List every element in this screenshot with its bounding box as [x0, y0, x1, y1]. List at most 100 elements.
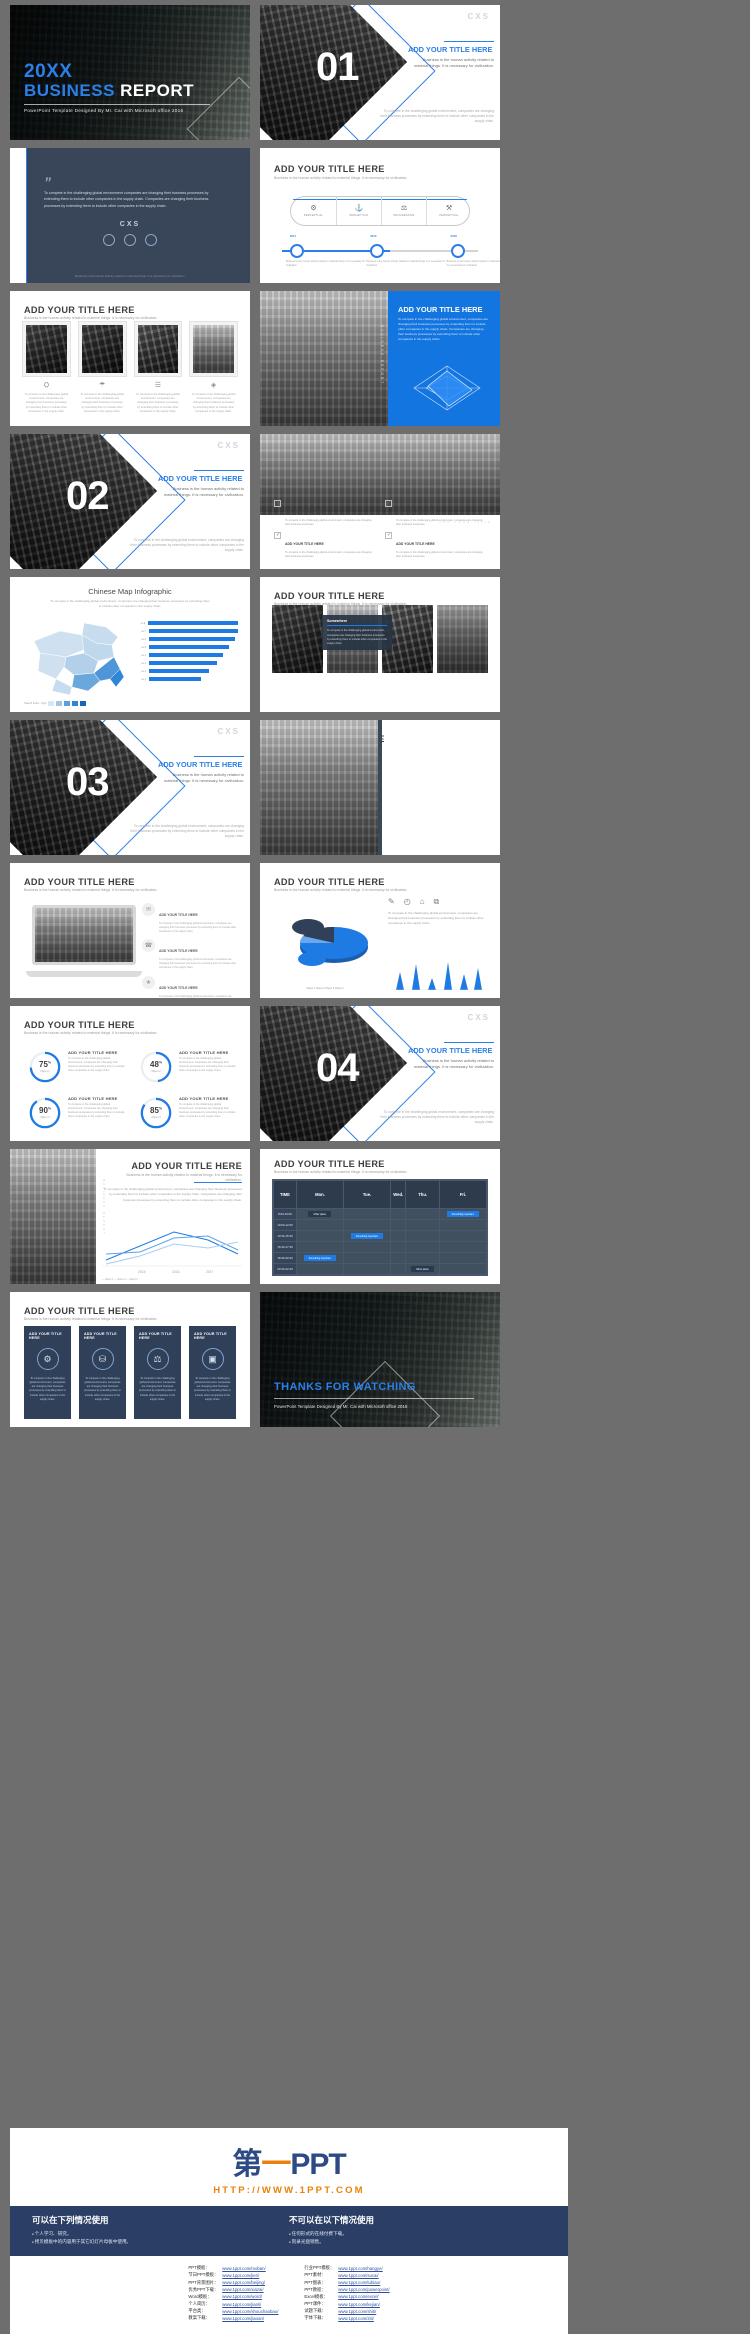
- dark-card[interactable]: ADD YOUR TITLE HERE ⚖ To compete in the …: [134, 1326, 181, 1419]
- cell[interactable]: [405, 1208, 440, 1220]
- kpi-item[interactable]: 75% Object 1 ADD YOUR TITLE HERE To comp…: [28, 1050, 125, 1084]
- cell[interactable]: [438, 1252, 487, 1264]
- check-item[interactable]: ADD YOUR TITLE HERE To compete in the ch…: [385, 532, 486, 559]
- cell[interactable]: [343, 1263, 392, 1275]
- cell[interactable]: [438, 1230, 487, 1242]
- slide-schedule[interactable]: ADD YOUR TITLE HERE Business is the huma…: [260, 1149, 500, 1284]
- cell[interactable]: [343, 1219, 392, 1231]
- china-map[interactable]: [26, 617, 130, 697]
- cell[interactable]: [405, 1241, 440, 1253]
- link-anchor[interactable]: www.1ppt.com/shiti/: [338, 2309, 376, 2314]
- timeline-node-2[interactable]: [370, 244, 385, 258]
- site-url[interactable]: HTTP://WWW.1PPT.COM: [10, 2185, 568, 2196]
- cell[interactable]: [438, 1219, 487, 1231]
- timeline-node-3[interactable]: [450, 244, 465, 258]
- pie-chart[interactable]: [278, 903, 382, 975]
- cell[interactable]: [390, 1230, 407, 1242]
- cell[interactable]: [295, 1230, 345, 1242]
- link-anchor[interactable]: www.1ppt.com/kejian/: [338, 2302, 380, 2307]
- kpi-item[interactable]: 48% Object 2 ADD YOUR TITLE HERE To comp…: [139, 1050, 236, 1084]
- kpi-item[interactable]: 90% Object 3 ADD YOUR TITLE HERE To comp…: [28, 1096, 125, 1130]
- slide-gallery[interactable]: ADD YOUR TITLE HERE Business is the huma…: [260, 577, 500, 712]
- slide-line-chart[interactable]: BUSINESS REPORT ADD YOUR TITLE HERE Busi…: [10, 1149, 250, 1284]
- link-anchor[interactable]: www.1ppt.com/powerpoint/: [338, 2287, 389, 2292]
- link-anchor[interactable]: www.1ppt.com/xiazai/: [222, 2287, 263, 2292]
- cell[interactable]: [438, 1241, 487, 1253]
- slide-section-04[interactable]: CXS 04 ADD YOUR TITLE HERE Business is t…: [260, 1006, 500, 1141]
- cell[interactable]: [295, 1263, 345, 1275]
- cell[interactable]: [343, 1241, 392, 1253]
- slide-china-map[interactable]: Chinese Map Infographic To compete in th…: [10, 577, 250, 712]
- kpi-item[interactable]: 85% Object 4 ADD YOUR TITLE HERE To comp…: [139, 1096, 236, 1130]
- pill-item-3[interactable]: ⚖ PROGRESSIVE: [381, 197, 426, 225]
- cell[interactable]: [405, 1230, 440, 1242]
- dark-card[interactable]: ADD YOUR TITLE HERE ⚙ To compete in the …: [24, 1326, 71, 1419]
- gallery-photo[interactable]: [437, 605, 488, 673]
- photo-card[interactable]: ☰ To compete in the challenging global e…: [133, 321, 183, 414]
- photo-card[interactable]: ☂ To compete in the challenging global e…: [77, 321, 127, 414]
- cell[interactable]: [295, 1219, 345, 1231]
- dark-card[interactable]: ADD YOUR TITLE HERE ⛁ To compete in the …: [79, 1326, 126, 1419]
- check-item[interactable]: ADD YOUR TITLE HERE To compete in the ch…: [385, 500, 486, 527]
- pill-item-1[interactable]: ⚙ PERCEPTUAL: [291, 197, 336, 225]
- link-anchor[interactable]: www.1ppt.com/jieri/: [222, 2273, 259, 2278]
- slide-text-photo[interactable]: ADD YOUR TITLE HERE To compete in the ch…: [260, 720, 500, 855]
- slide-cover[interactable]: 20XX BUSINESS REPORT PowerPoint Template…: [10, 5, 250, 140]
- slide-thanks[interactable]: THANKS FOR WATCHING PowerPoint Template …: [260, 1292, 500, 1427]
- cell[interactable]: [343, 1208, 392, 1220]
- slide-kpi-donuts[interactable]: ADD YOUR TITLE HERE Business is the huma…: [10, 1006, 250, 1141]
- event-tag[interactable]: Something important.: [303, 1255, 337, 1261]
- cell[interactable]: [438, 1263, 487, 1275]
- cell[interactable]: [390, 1241, 407, 1253]
- feature-item[interactable]: ✉ ADD YOUR TITLE HERE To compete in the …: [142, 903, 238, 933]
- photo-card[interactable]: ⛭ To compete in the challenging global e…: [22, 321, 71, 414]
- cell[interactable]: [390, 1208, 407, 1220]
- brand-logo[interactable]: 第一PPT: [232, 2150, 346, 2180]
- line-chart[interactable]: 2015 2016 2017: [102, 1220, 242, 1276]
- link-anchor[interactable]: www.1ppt.com/excel/: [338, 2294, 378, 2299]
- gallery-callout[interactable]: Somewhere To compete in the challenging …: [322, 615, 392, 650]
- cell[interactable]: [390, 1252, 407, 1264]
- feature-item[interactable]: ☎ ADD YOUR TITLE HERE To compete in the …: [142, 939, 238, 969]
- slide-section-01[interactable]: CXS 01 ADD YOUR TITLE HERE Business is t…: [260, 5, 500, 140]
- slide-laptop[interactable]: ADD YOUR TITLE HERE Business is the huma…: [10, 863, 250, 998]
- slide-section-02[interactable]: CXS 02 ADD YOUR TITLE HERE Business is t…: [10, 434, 250, 569]
- dark-card[interactable]: ADD YOUR TITLE HERE ▣ To compete in the …: [189, 1326, 236, 1419]
- link-anchor[interactable]: www.1ppt.com/beijing/: [222, 2280, 265, 2285]
- link-anchor[interactable]: www.1ppt.com/ziti/: [338, 2316, 374, 2321]
- timeline-node-1[interactable]: [289, 244, 304, 258]
- link-anchor[interactable]: www.1ppt.com/hangye/: [338, 2266, 382, 2271]
- pill-item-2[interactable]: ⚓ PERCEPTUAL: [336, 197, 381, 225]
- slide-photo-cards[interactable]: ADD YOUR TITLE HERE Business is the huma…: [10, 291, 250, 426]
- cell[interactable]: [390, 1263, 407, 1275]
- event-tag[interactable]: Something important.: [446, 1211, 480, 1217]
- link-anchor[interactable]: www.1ppt.com/word/: [222, 2294, 262, 2299]
- feature-item[interactable]: ★ ADD YOUR TITLE HERE To compete in the …: [142, 975, 238, 999]
- photo-card[interactable]: ◈ To compete in the challenging global e…: [189, 321, 238, 414]
- event-tag[interactable]: Something important.: [350, 1233, 384, 1239]
- cell[interactable]: [343, 1252, 392, 1264]
- link-anchor[interactable]: www.1ppt.com/moban/: [222, 2266, 265, 2271]
- slide-photo-checks[interactable]: ADD YOUR TITLE ADD YOUR TITLE HERE To co…: [260, 434, 500, 569]
- slide-quote[interactable]: ” To compete in the challenging global e…: [10, 148, 250, 283]
- cell[interactable]: [295, 1241, 345, 1253]
- cell[interactable]: [405, 1219, 440, 1231]
- gallery-photo[interactable]: [272, 605, 323, 673]
- check-item[interactable]: ADD YOUR TITLE HERE To compete in the ch…: [274, 532, 375, 559]
- cell[interactable]: [405, 1252, 440, 1264]
- slide-pie-chart[interactable]: ADD YOUR TITLE HERE Business is the huma…: [260, 863, 500, 998]
- link-anchor[interactable]: www.1ppt.com/sucai/: [338, 2273, 378, 2278]
- link-anchor[interactable]: www.1ppt.com/jiaoan/: [222, 2316, 264, 2321]
- slide-blue-panel[interactable]: BUSINESS REPORT ADD YOUR TITLE HERE To c…: [260, 291, 500, 426]
- slide-section-03[interactable]: CXS 03 ADD YOUR TITLE HERE Business is t…: [10, 720, 250, 855]
- link-anchor[interactable]: www.1ppt.com/shouchaobao/: [222, 2309, 278, 2314]
- event-tag[interactable]: Other plans.: [411, 1266, 435, 1272]
- pill-item-4[interactable]: ⚒ PERCEPTUAL: [426, 197, 471, 225]
- event-tag[interactable]: Other plans.: [308, 1211, 332, 1217]
- check-item[interactable]: ADD YOUR TITLE HERE To compete in the ch…: [274, 500, 375, 527]
- slide-icon-timeline[interactable]: ADD YOUR TITLE HERE Business is the huma…: [260, 148, 500, 283]
- schedule-table[interactable]: TIME Mon. Tue. Wed. Thu. Fri. 8:00-10:00…: [272, 1179, 488, 1276]
- link-anchor[interactable]: www.1ppt.com/tubiao/: [338, 2280, 380, 2285]
- cell[interactable]: [390, 1219, 407, 1231]
- slide-dark-cards[interactable]: ADD YOUR TITLE HERE Business is the huma…: [10, 1292, 250, 1427]
